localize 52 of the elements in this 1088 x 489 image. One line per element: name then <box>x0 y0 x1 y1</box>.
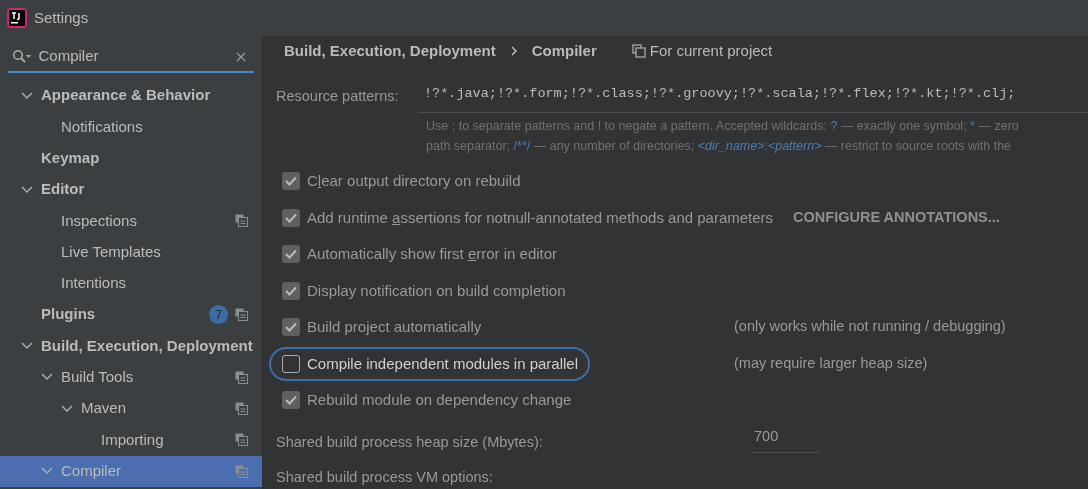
expand-chevron-icon[interactable] <box>60 403 74 414</box>
checkbox[interactable] <box>282 354 300 373</box>
checkbox[interactable] <box>282 208 300 227</box>
checkbox[interactable] <box>282 318 300 337</box>
checkbox[interactable] <box>282 281 300 300</box>
tree-item[interactable]: Live Templates <box>0 236 262 268</box>
window-title: Settings <box>34 7 89 28</box>
tree-item[interactable]: Appearance & Behavior <box>0 80 262 112</box>
checkbox-label[interactable]: Rebuild module on dependency change <box>307 389 572 412</box>
checkbox[interactable] <box>282 172 300 191</box>
resource-patterns-field[interactable]: !?*.java;!?*.form;!?*.class;!?*.groovy;!?*.scala;!?*.flex;!?*.kt;!?*.clj; <box>418 80 1088 113</box>
expand-chevron-icon[interactable] <box>40 372 54 383</box>
checkbox-label[interactable]: Automatically show first error in editor <box>307 243 558 266</box>
checkbox-label[interactable]: Build project automatically <box>307 316 482 339</box>
checkbox-label[interactable]: Display notification on build completion <box>307 279 566 302</box>
checkbox-label[interactable]: Clear output directory on rebuild <box>307 170 521 193</box>
field-label: Shared build process heap size (Mbytes): <box>276 432 544 452</box>
tree-item[interactable]: Maven <box>0 392 262 425</box>
breadcrumb-item[interactable]: Build, Execution, Deployment <box>284 39 496 63</box>
checkbox-label[interactable]: Add runtime assertions for notnull-annotated methods and parameters <box>307 206 774 229</box>
tree-item[interactable]: Notifications <box>0 111 262 143</box>
tree-item[interactable]: Plugins 7 <box>0 299 262 331</box>
checkbox[interactable] <box>282 391 300 410</box>
app-logo-icon <box>7 8 27 28</box>
tree-item[interactable]: Editor <box>0 173 262 206</box>
note-text: (only works while not running / debugging) <box>734 317 1006 337</box>
hint-text: path separator; /**/ — any number of directories; <dir_name>:<pattern> — restrict to source roots with the <box>426 139 1012 153</box>
clear-icon[interactable] <box>235 50 247 63</box>
tree-item[interactable]: Inspections <box>0 205 262 237</box>
scope-label: For current project <box>649 40 773 61</box>
search-field[interactable]: Compiler <box>38 45 139 68</box>
configure-link[interactable]: CONFIGURE ANNOTATIONS... <box>793 206 1000 229</box>
expand-chevron-icon[interactable] <box>20 184 34 195</box>
breadcrumb-item[interactable]: Compiler <box>531 39 597 63</box>
checkbox-label[interactable]: Compile independent modules in parallel <box>307 352 578 375</box>
tree-item[interactable]: Intentions <box>0 267 262 300</box>
tree-item[interactable]: Keymap <box>0 142 262 174</box>
tree-item[interactable]: Build Tools <box>0 361 262 393</box>
copy-icon <box>631 44 646 59</box>
count-badge: 7 <box>209 305 228 325</box>
search-icon <box>11 48 32 65</box>
field-label: Resource patterns: <box>276 86 400 106</box>
expand-chevron-icon[interactable] <box>20 90 34 101</box>
tree-item[interactable]: Importing <box>0 424 262 456</box>
checkbox[interactable] <box>282 245 300 264</box>
field-label: Shared build process VM options: <box>276 469 493 486</box>
chevron-icon <box>509 46 518 57</box>
tree-item[interactable]: Build, Execution, Deployment <box>0 330 262 362</box>
expand-chevron-icon[interactable] <box>20 341 34 351</box>
hint-text: Use ; to separate patterns and ! to negate a pattern. Accepted wildcards: ? — exactly one symbol; * — zero <box>426 119 1019 133</box>
note-text: (may require larger heap size) <box>734 353 928 373</box>
heap-size-field[interactable]: 700 <box>752 425 820 454</box>
